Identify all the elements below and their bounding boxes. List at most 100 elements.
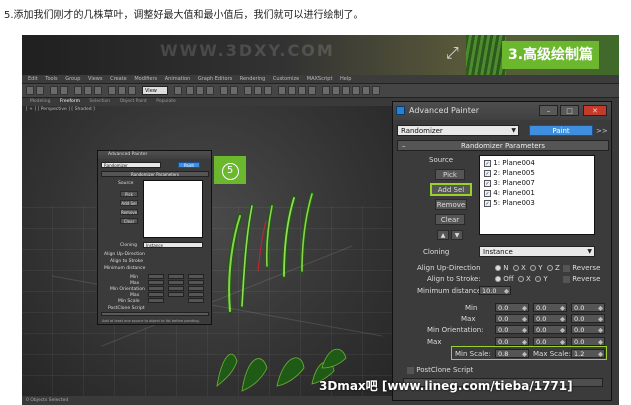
- select-by-name-icon[interactable]: [84, 86, 92, 95]
- small-clear-button[interactable]: Clear: [120, 218, 138, 224]
- align-up-radio[interactable]: [546, 265, 553, 271]
- small-add-sel-button[interactable]: Add Sel: [120, 200, 138, 206]
- checkbox-icon[interactable]: [563, 264, 570, 272]
- toolbar-icon[interactable]: [332, 86, 340, 95]
- min-orient-y-spinner[interactable]: 0.0 ◆: [533, 325, 567, 334]
- max-orient-y-spinner[interactable]: 0.0 ◆: [533, 337, 567, 346]
- render-frame-icon[interactable]: [298, 86, 306, 95]
- ribbon-tab[interactable]: Freeform: [60, 99, 80, 104]
- min-orient-z-spinner[interactable]: 0.0 ◆: [571, 325, 605, 334]
- checkbox-checked-icon[interactable]: ✓: [484, 159, 491, 167]
- align-up-radio[interactable]: [495, 265, 501, 271]
- menu-item[interactable]: Help: [340, 76, 351, 82]
- minimize-button[interactable]: –: [539, 105, 558, 116]
- material-editor-icon[interactable]: [278, 86, 286, 95]
- small-rollout-header[interactable]: Randomizer Parameters: [101, 171, 209, 177]
- redo-icon[interactable]: [36, 86, 44, 95]
- ribbon-tab[interactable]: Selection: [89, 99, 110, 104]
- small-max-scale-spinner[interactable]: [188, 298, 204, 303]
- curve-editor-icon[interactable]: [254, 86, 262, 95]
- min-scale-spinner[interactable]: 0.8 ◆: [495, 349, 529, 358]
- menu-item[interactable]: Modifiers: [134, 76, 157, 82]
- max-orient-x-spinner[interactable]: 0.0 ◆: [495, 337, 529, 346]
- render-setup-icon[interactable]: [288, 86, 296, 95]
- cloning-select[interactable]: Instance ▼: [479, 246, 595, 257]
- small-max-orient-x-spinner[interactable]: [148, 292, 164, 297]
- min-z-spinner[interactable]: 0.0 ◆: [571, 303, 605, 312]
- angle-snap-icon[interactable]: [196, 86, 204, 95]
- small-cloning-select[interactable]: Instance: [143, 242, 203, 248]
- render-icon[interactable]: [308, 86, 316, 95]
- small-min-orient-y-spinner[interactable]: [168, 286, 184, 291]
- checkbox-checked-icon[interactable]: ✓: [484, 169, 491, 177]
- clear-button[interactable]: Clear: [435, 214, 465, 225]
- toolbar-icon[interactable]: [342, 86, 350, 95]
- menu-item[interactable]: Animation: [165, 76, 191, 82]
- align-stroke-radio[interactable]: [535, 276, 542, 282]
- min-x-spinner[interactable]: 0.0 ◆: [495, 303, 529, 312]
- align-stroke-radio[interactable]: [495, 276, 501, 282]
- menu-item[interactable]: Edit: [28, 76, 38, 82]
- checkbox-checked-icon[interactable]: ✓: [484, 189, 491, 197]
- toolbar-icon[interactable]: [322, 86, 330, 95]
- small-source-list[interactable]: [143, 180, 203, 238]
- small-min-y-spinner[interactable]: [168, 274, 184, 279]
- source-list-item[interactable]: ✓ 1: Plane004: [484, 159, 535, 167]
- small-max-orient-z-spinner[interactable]: [188, 292, 204, 297]
- maximize-button[interactable]: □: [560, 105, 579, 116]
- checkbox-checked-icon[interactable]: ✓: [484, 199, 491, 207]
- layer-icon[interactable]: [244, 86, 252, 95]
- ribbon-tab[interactable]: Populate: [156, 99, 176, 104]
- small-postclone-label[interactable]: PostClone Script: [108, 306, 145, 311]
- menu-item[interactable]: Create: [110, 76, 127, 82]
- ribbon-tab[interactable]: Object Paint: [120, 99, 147, 104]
- undo-icon[interactable]: [26, 86, 34, 95]
- move-down-arrow-icon[interactable]: ▼: [451, 230, 463, 240]
- move-icon[interactable]: [108, 86, 116, 95]
- small-pick-button[interactable]: Pick: [120, 191, 138, 197]
- schematic-icon[interactable]: [264, 86, 272, 95]
- viewport-label[interactable]: [ + ] [ Perspective ] [ Shaded ]: [26, 107, 95, 112]
- checkbox-icon[interactable]: [563, 275, 570, 283]
- min-distance-spinner[interactable]: 10.0 ◆: [479, 286, 511, 295]
- checkbox-checked-icon[interactable]: ✓: [484, 179, 491, 187]
- checkbox-icon[interactable]: [407, 366, 414, 374]
- small-max-orient-y-spinner[interactable]: [168, 292, 184, 297]
- percent-snap-icon[interactable]: [206, 86, 214, 95]
- menu-item[interactable]: Customize: [273, 76, 299, 82]
- max-scale-spinner[interactable]: 1.2 ◆: [571, 349, 605, 358]
- source-list-item[interactable]: ✓ 5: Plane003: [484, 199, 535, 207]
- menu-item[interactable]: Group: [65, 76, 80, 82]
- move-up-arrow-icon[interactable]: ▲: [437, 230, 449, 240]
- pick-button[interactable]: Pick: [435, 169, 465, 180]
- menu-item[interactable]: Rendering: [240, 76, 266, 82]
- source-list-item[interactable]: ✓ 3: Plane007: [484, 179, 535, 187]
- link-icon[interactable]: [50, 86, 58, 95]
- small-min-orient-z-spinner[interactable]: [188, 286, 204, 291]
- select-icon[interactable]: [74, 86, 82, 95]
- max-z-spinner[interactable]: 0.0 ◆: [571, 314, 605, 323]
- reference-coord-select[interactable]: View: [142, 86, 168, 95]
- add-sel-button[interactable]: Add Sel: [431, 184, 471, 195]
- source-list-item[interactable]: ✓ 4: Plane001: [484, 189, 535, 197]
- toolbar-icon[interactable]: [362, 86, 370, 95]
- mirror-icon[interactable]: [220, 86, 228, 95]
- toolbar-icon[interactable]: [372, 86, 380, 95]
- min-y-spinner[interactable]: 0.0 ◆: [533, 303, 567, 312]
- paint-button[interactable]: Paint: [529, 125, 593, 136]
- small-paint-button[interactable]: Paint: [178, 162, 200, 168]
- mode-select[interactable]: Randomizer ▼: [397, 125, 519, 136]
- close-button[interactable]: ✕: [583, 105, 607, 116]
- toolbar-icon[interactable]: [352, 86, 360, 95]
- max-orient-z-spinner[interactable]: 0.0 ◆: [571, 337, 605, 346]
- align-up-radio[interactable]: [529, 265, 536, 271]
- small-min-x-spinner[interactable]: [148, 274, 164, 279]
- menu-item[interactable]: Views: [88, 76, 102, 82]
- scale-icon[interactable]: [128, 86, 136, 95]
- menu-item[interactable]: Tools: [45, 76, 57, 82]
- ribbon-tab[interactable]: Modeling: [30, 99, 50, 104]
- expand-button[interactable]: >>: [596, 127, 608, 135]
- small-mode-select[interactable]: Randomizer: [101, 162, 161, 168]
- align-icon[interactable]: [230, 86, 238, 95]
- small-remove-button[interactable]: Remove: [120, 209, 138, 215]
